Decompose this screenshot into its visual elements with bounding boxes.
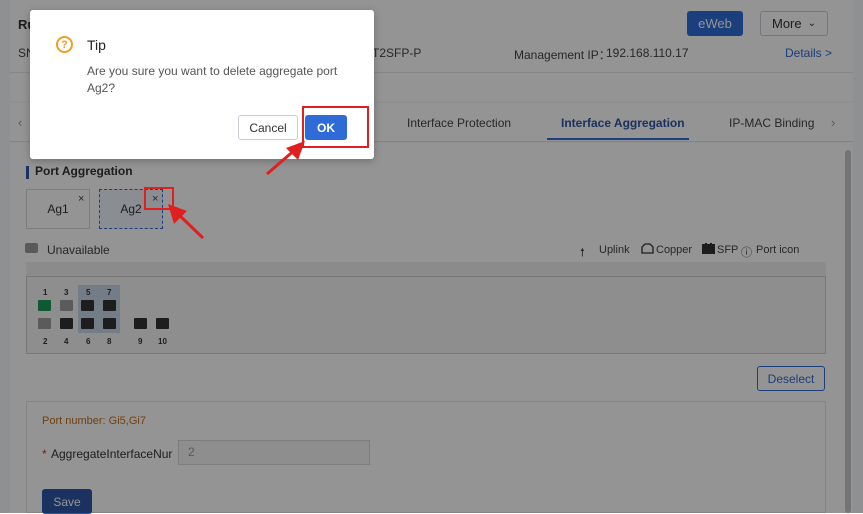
annotation-arrows: [168, 141, 305, 240]
arrow-to-ok-icon: [266, 141, 305, 176]
arrow-to-remove-icon: [168, 204, 205, 240]
